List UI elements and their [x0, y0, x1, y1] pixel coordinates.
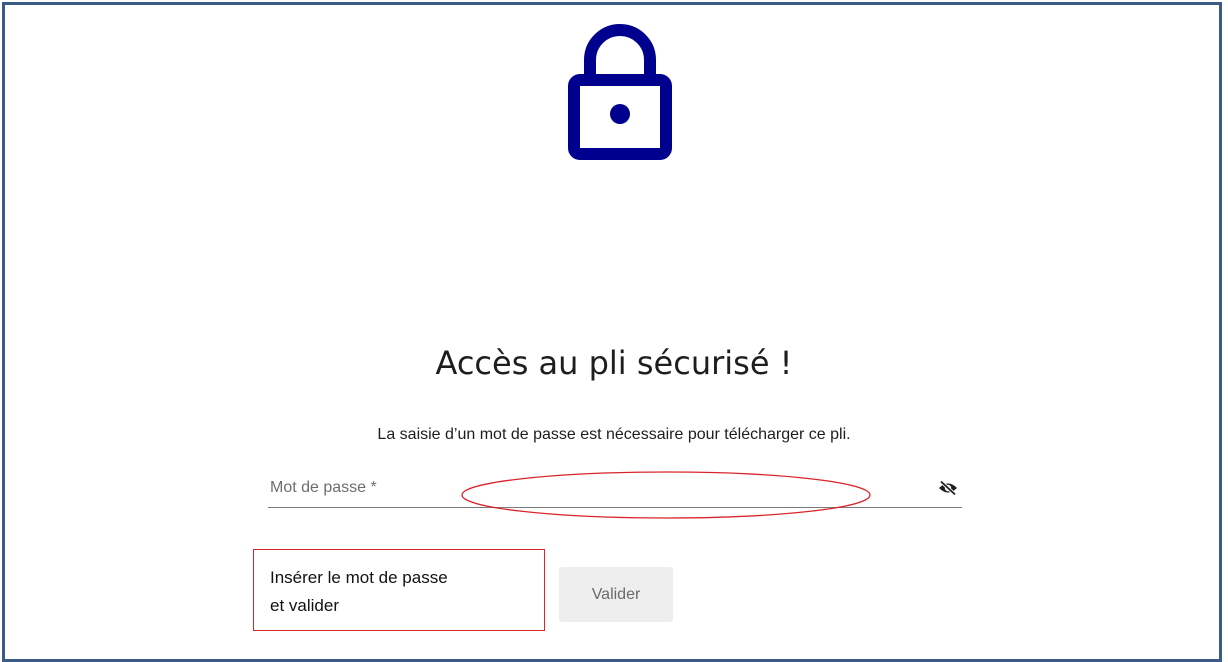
- password-field-label: Mot de passe *: [270, 479, 377, 496]
- password-field: Mot de passe *: [268, 470, 962, 508]
- annotation-line-1: Insérer le mot de passe: [270, 568, 448, 587]
- annotation-callout: Insérer le mot de passe et valider: [253, 549, 545, 631]
- page-title: Accès au pli sécurisé !: [435, 344, 793, 382]
- lock-icon: [568, 24, 672, 160]
- password-input[interactable]: [418, 474, 902, 504]
- validate-button[interactable]: Valider: [559, 567, 673, 622]
- eye-slash-icon: [939, 480, 957, 496]
- annotation-line-2: et valider: [270, 596, 339, 615]
- page-subtitle: La saisie d’un mot de passe est nécessai…: [377, 426, 851, 443]
- toggle-password-visibility-button[interactable]: [936, 476, 960, 500]
